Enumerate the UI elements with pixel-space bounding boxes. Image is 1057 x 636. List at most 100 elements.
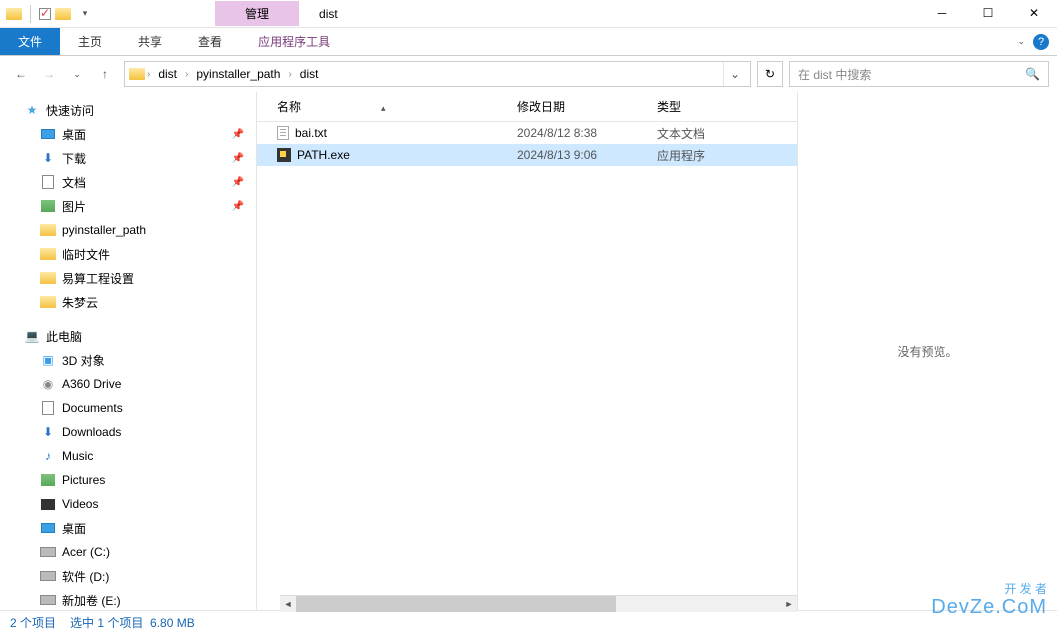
sidebar-label: 快速访问 xyxy=(46,102,94,119)
file-row[interactable]: bai.txt 2024/8/12 8:38 文本文档 xyxy=(257,122,797,144)
pc-icon: 💻 xyxy=(24,328,40,344)
manage-context-tab[interactable]: 管理 xyxy=(215,1,299,26)
ribbon-apptools-tab[interactable]: 应用程序工具 xyxy=(240,28,348,55)
exe-icon xyxy=(277,148,291,162)
sidebar-item[interactable]: 软件 (D:) xyxy=(0,564,256,588)
help-icon[interactable]: ? xyxy=(1033,34,1049,50)
file-type: 文本文档 xyxy=(657,125,797,142)
chevron-right-icon: › xyxy=(288,69,291,80)
sidebar-item[interactable]: ⬇下载📌 xyxy=(0,146,256,170)
sidebar-item[interactable]: pyinstaller_path xyxy=(0,218,256,242)
drive-icon xyxy=(40,592,56,608)
download-icon: ⬇ xyxy=(40,424,56,440)
sidebar-item-label: Acer (C:) xyxy=(62,545,110,559)
column-name-header[interactable]: 名称▴ xyxy=(257,98,517,115)
sidebar-item[interactable]: ♪ Music xyxy=(0,444,256,468)
ribbon-expand-icon[interactable]: ⌄ xyxy=(1017,36,1025,47)
scroll-thumb[interactable] xyxy=(296,596,616,612)
drive-icon xyxy=(40,544,56,560)
sidebar-item[interactable]: Acer (C:) xyxy=(0,540,256,564)
breadcrumb-segment[interactable]: dist xyxy=(152,65,183,83)
sidebar-item[interactable]: Videos xyxy=(0,492,256,516)
3d-icon: ▣ xyxy=(40,352,56,368)
address-bar: ← → ⌄ ↑ › dist › pyinstaller_path › dist… xyxy=(0,56,1057,92)
doc-icon xyxy=(40,174,56,190)
address-path[interactable]: › dist › pyinstaller_path › dist ⌄ xyxy=(124,61,751,87)
sidebar-item[interactable]: 新加卷 (E:) xyxy=(0,588,256,610)
column-type-header[interactable]: 类型 xyxy=(657,98,797,115)
horizontal-scrollbar[interactable]: ◄ ► xyxy=(280,595,797,612)
folder-icon xyxy=(40,246,56,262)
breadcrumb-segment[interactable]: pyinstaller_path xyxy=(190,65,286,83)
ribbon-file-tab[interactable]: 文件 xyxy=(0,28,60,55)
pin-icon: 📌 xyxy=(232,153,244,164)
sidebar-item-label: 朱梦云 xyxy=(62,294,98,311)
sidebar-item[interactable]: Documents xyxy=(0,396,256,420)
refresh-button[interactable]: ↻ xyxy=(757,61,783,87)
sidebar-item-label: 下载 xyxy=(62,150,86,167)
file-list[interactable]: 名称▴ 修改日期 类型 bai.txt 2024/8/12 8:38 文本文档 … xyxy=(257,92,797,610)
qat-dropdown[interactable]: ▾ xyxy=(75,8,95,19)
sidebar-item-label: 易算工程设置 xyxy=(62,270,134,287)
folder-icon xyxy=(40,294,56,310)
search-placeholder: 在 dist 中搜索 xyxy=(798,66,871,83)
sidebar-this-pc[interactable]: 💻 此电脑 xyxy=(0,324,256,348)
img-icon xyxy=(40,198,56,214)
status-item-count: 2 个项目 xyxy=(10,614,56,631)
search-input[interactable]: 在 dist 中搜索 🔍 xyxy=(789,61,1049,87)
sort-arrow-icon: ▴ xyxy=(381,103,386,113)
chevron-right-icon: › xyxy=(185,69,188,80)
sidebar-item[interactable]: ◉A360 Drive xyxy=(0,372,256,396)
folder-icon xyxy=(40,270,56,286)
sidebar-item[interactable]: 图片📌 xyxy=(0,194,256,218)
close-button[interactable]: ✕ xyxy=(1011,0,1057,28)
sidebar-item-label: 软件 (D:) xyxy=(62,568,109,585)
sidebar-item[interactable]: ▣3D 对象 xyxy=(0,348,256,372)
nav-back-button[interactable]: ← xyxy=(8,61,34,87)
file-row[interactable]: PATH.exe 2024/8/13 9:06 应用程序 xyxy=(257,144,797,166)
nav-forward-button[interactable]: → xyxy=(36,61,62,87)
ribbon-share-tab[interactable]: 共享 xyxy=(120,28,180,55)
sidebar-item-label: Music xyxy=(62,449,93,463)
desktop-icon xyxy=(40,520,56,536)
nav-up-button[interactable]: ↑ xyxy=(92,61,118,87)
sidebar-quick-access[interactable]: ★ 快速访问 xyxy=(0,98,256,122)
navigation-sidebar[interactable]: ★ 快速访问 桌面📌⬇下载📌文档📌图片📌 pyinstaller_path临时文… xyxy=(0,92,257,610)
music-icon: ♪ xyxy=(40,448,56,464)
sidebar-item[interactable]: 文档📌 xyxy=(0,170,256,194)
column-date-header[interactable]: 修改日期 xyxy=(517,98,657,115)
sidebar-item-label: Documents xyxy=(62,401,123,415)
sidebar-item[interactable]: Pictures xyxy=(0,468,256,492)
ribbon-view-tab[interactable]: 查看 xyxy=(180,28,240,55)
sidebar-item[interactable]: 临时文件 xyxy=(0,242,256,266)
no-preview-text: 没有预览。 xyxy=(897,343,957,360)
desktop-icon xyxy=(40,126,56,142)
sidebar-label: 此电脑 xyxy=(46,328,82,345)
sidebar-item-label: Pictures xyxy=(62,473,105,487)
status-bar: 2 个项目 选中 1 个项目 6.80 MB xyxy=(0,610,1057,634)
preview-pane: 没有预览。 xyxy=(797,92,1057,610)
nav-recent-dropdown[interactable]: ⌄ xyxy=(64,61,90,87)
sidebar-item-label: Downloads xyxy=(62,425,121,439)
pin-icon: 📌 xyxy=(232,129,244,140)
sidebar-item[interactable]: 易算工程设置 xyxy=(0,266,256,290)
sidebar-item[interactable]: 朱梦云 xyxy=(0,290,256,314)
scroll-left-arrow[interactable]: ◄ xyxy=(280,596,296,612)
file-type: 应用程序 xyxy=(657,147,797,164)
qat-checkbox[interactable] xyxy=(35,8,55,20)
sidebar-item[interactable]: ⬇ Downloads xyxy=(0,420,256,444)
status-selected: 选中 1 个项目 6.80 MB xyxy=(70,614,195,631)
sidebar-item[interactable]: 桌面 xyxy=(0,516,256,540)
maximize-button[interactable]: ☐ xyxy=(965,0,1011,28)
qat-folder[interactable] xyxy=(55,8,75,20)
minimize-button[interactable]: ─ xyxy=(919,0,965,28)
pin-icon: 📌 xyxy=(232,201,244,212)
app-folder-icon xyxy=(6,8,22,20)
sidebar-item[interactable]: 桌面📌 xyxy=(0,122,256,146)
ribbon-home-tab[interactable]: 主页 xyxy=(60,28,120,55)
window-title: dist xyxy=(319,7,338,21)
address-dropdown[interactable]: ⌄ xyxy=(723,62,746,86)
breadcrumb-segment[interactable]: dist xyxy=(294,65,325,83)
scroll-right-arrow[interactable]: ► xyxy=(781,596,797,612)
ribbon-tabs: 文件 主页 共享 查看 应用程序工具 ⌄ ? xyxy=(0,28,1057,56)
